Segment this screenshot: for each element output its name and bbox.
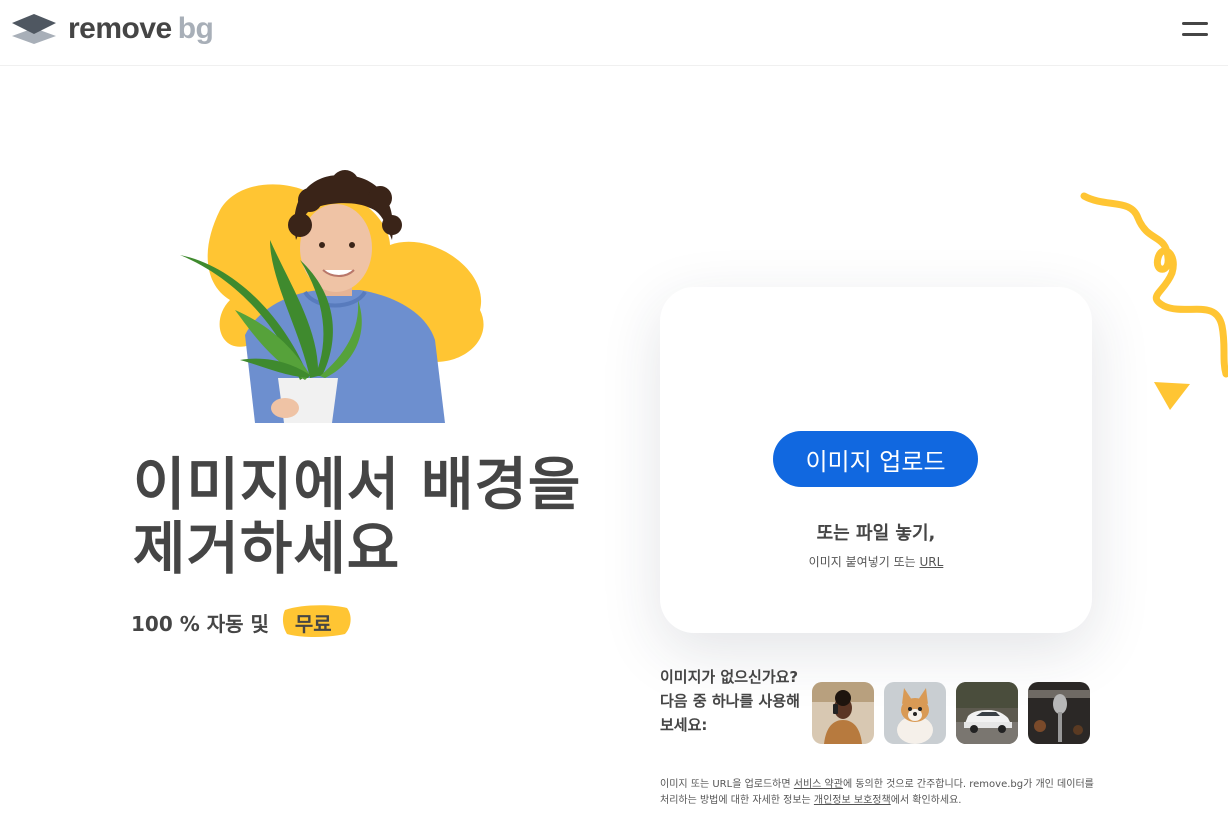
logo-word-remove: remove	[68, 12, 172, 45]
top-header: remove bg	[0, 0, 1228, 66]
subline: 100 % 자동 및 무료	[131, 605, 351, 639]
yellow-squiggle-decoration	[1080, 192, 1228, 378]
removebg-logo[interactable]: remove bg	[12, 12, 214, 46]
layers-logo-icon	[12, 14, 56, 44]
legal-notice: 이미지 또는 URL을 업로드하면 서비스 약관에 동의한 것으로 간주합니다.…	[660, 777, 1100, 809]
drop-file-text: 또는 파일 놓기,	[816, 523, 936, 544]
person-holding-plant-image	[180, 170, 484, 423]
logo-wordmark: remove bg	[68, 12, 214, 46]
microphone-thumbnail[interactable]	[1028, 682, 1090, 744]
person-on-phone-thumbnail[interactable]	[812, 682, 874, 744]
terms-of-service-link[interactable]: 서비스 약관	[794, 779, 843, 790]
white-car-thumbnail[interactable]	[956, 682, 1018, 744]
subline-text: 100 % 자동 및	[131, 612, 269, 636]
hamburger-menu-icon[interactable]	[1178, 18, 1212, 44]
sample-prompt-line1: 이미지가 없으신가요?	[660, 668, 799, 686]
paste-hint-text: 이미지 붙여넣기 또는	[808, 555, 916, 569]
sample-prompt: 이미지가 없으신가요? 다음 중 하나를 사용해 보세요:	[660, 665, 808, 737]
upload-card[interactable]: 이미지 업로드 또는 파일 놓기, 이미지 붙여넣기 또는 URL	[660, 287, 1092, 633]
sample-thumbnails	[812, 682, 1090, 744]
sample-prompt-line2: 다음 중 하나를 사용해 보세요:	[660, 692, 800, 734]
corgi-dog-thumbnail[interactable]	[884, 682, 946, 744]
page-title: 이미지에서 배경을 제거하세요	[133, 452, 582, 582]
yellow-triangle-decoration	[1154, 382, 1190, 410]
upload-image-button[interactable]: 이미지 업로드	[773, 431, 978, 487]
legal-text-3: 에서 확인하세요.	[890, 795, 962, 806]
logo-word-bg: bg	[177, 12, 214, 45]
legal-text-1: 이미지 또는 URL을 업로드하면	[660, 779, 794, 790]
url-link[interactable]: URL	[920, 555, 944, 569]
paste-hint: 이미지 붙여넣기 또는 URL	[660, 553, 1092, 570]
free-badge: 무료	[281, 605, 351, 639]
free-badge-label: 무료	[294, 612, 332, 636]
privacy-policy-link[interactable]: 개인정보 보호정책	[814, 795, 891, 806]
